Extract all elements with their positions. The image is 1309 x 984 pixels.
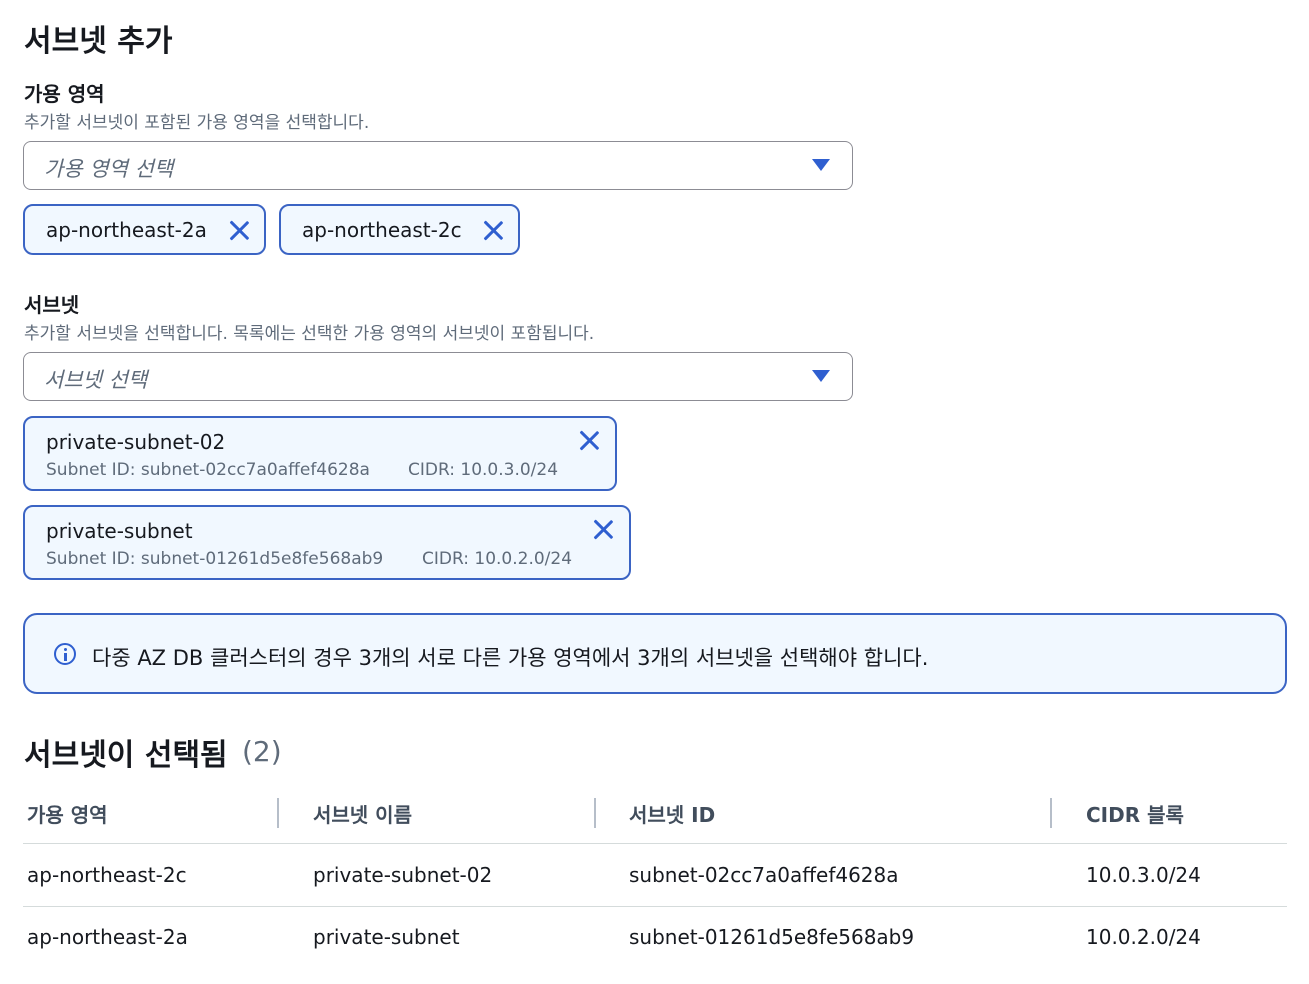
close-icon[interactable] xyxy=(227,218,251,242)
alert-text: 다중 AZ DB 클러스터의 경우 3개의 서로 다른 가용 영역에서 3개의 … xyxy=(92,646,929,670)
info-icon xyxy=(54,643,76,665)
subnet-token-id: Subnet ID: subnet-01261d5e8fe568ab9 xyxy=(46,549,384,569)
availability-zone-placeholder: 가용 영역 선택 xyxy=(44,157,174,181)
caret-down-icon xyxy=(812,159,830,171)
subnet-placeholder: 서브넷 선택 xyxy=(44,368,148,392)
az-token-label: ap-northeast-2a xyxy=(46,218,207,242)
column-divider[interactable] xyxy=(277,798,279,828)
az-token-label: ap-northeast-2c xyxy=(302,218,462,242)
table-header-divider xyxy=(23,843,1287,844)
table-cell: ap-northeast-2a xyxy=(27,925,188,949)
availability-zone-label: 가용 영역 xyxy=(24,82,105,106)
az-token: ap-northeast-2a xyxy=(23,204,266,255)
table-cell: private-subnet xyxy=(313,925,460,949)
close-icon[interactable] xyxy=(481,218,505,242)
column-header-subnet-name[interactable]: 서브넷 이름 xyxy=(313,799,412,828)
column-divider[interactable] xyxy=(594,798,596,828)
column-header-subnet-id[interactable]: 서브넷 ID xyxy=(629,799,715,828)
subnet-token-cidr: CIDR: 10.0.3.0/24 xyxy=(408,460,559,480)
subnet-token: private-subnet-02 Subnet ID: subnet-02cc… xyxy=(23,416,617,491)
column-header-cidr[interactable]: CIDR 블록 xyxy=(1086,799,1184,828)
caret-down-icon xyxy=(812,370,830,382)
subnet-select[interactable]: 서브넷 선택 xyxy=(23,352,853,401)
selected-subnets-title: 서브넷이 선택됨 xyxy=(24,738,228,773)
close-icon[interactable] xyxy=(577,428,601,452)
az-token: ap-northeast-2c xyxy=(279,204,520,255)
subnet-label: 서브넷 xyxy=(24,293,80,317)
table-cell: ap-northeast-2c xyxy=(27,863,187,887)
subnet-description: 추가할 서브넷을 선택합니다. 목록에는 선택한 가용 영역의 서브넷이 포함됩… xyxy=(24,324,595,344)
availability-zone-select[interactable]: 가용 영역 선택 xyxy=(23,141,853,190)
subnet-token-name: private-subnet-02 xyxy=(46,430,226,454)
subnet-token-id: Subnet ID: subnet-02cc7a0affef4628a xyxy=(46,460,370,480)
table-cell: subnet-01261d5e8fe568ab9 xyxy=(629,925,915,949)
subnet-token-name: private-subnet xyxy=(46,519,193,543)
availability-zone-description: 추가할 서브넷이 포함된 가용 영역을 선택합니다. xyxy=(24,113,370,133)
info-alert: 다중 AZ DB 클러스터의 경우 3개의 서로 다른 가용 영역에서 3개의 … xyxy=(23,613,1287,694)
subnet-token-cidr: CIDR: 10.0.2.0/24 xyxy=(422,549,573,569)
table-cell: 10.0.2.0/24 xyxy=(1086,925,1201,949)
table-cell: 10.0.3.0/24 xyxy=(1086,863,1201,887)
selected-count: (2) xyxy=(242,735,282,768)
subnet-token: private-subnet Subnet ID: subnet-01261d5… xyxy=(23,505,631,580)
table-row-divider xyxy=(23,906,1287,907)
column-header-az[interactable]: 가용 영역 xyxy=(27,799,108,828)
close-icon[interactable] xyxy=(591,517,615,541)
column-divider[interactable] xyxy=(1050,798,1052,828)
page-title: 서브넷 추가 xyxy=(24,24,173,59)
table-cell: subnet-02cc7a0affef4628a xyxy=(629,863,899,887)
table-cell: private-subnet-02 xyxy=(313,863,493,887)
